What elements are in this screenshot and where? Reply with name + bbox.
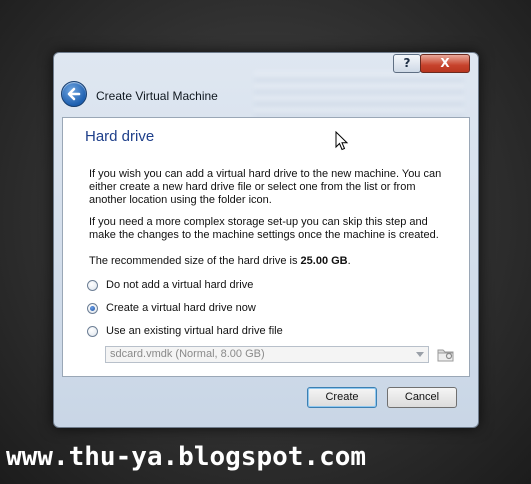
- create-button[interactable]: Create: [307, 387, 377, 408]
- option-no-disk-label: Do not add a virtual hard drive: [106, 279, 254, 291]
- option-existing-disk[interactable]: Use an existing virtual hard drive file: [87, 323, 283, 339]
- cancel-button[interactable]: Cancel: [387, 387, 457, 408]
- option-create-disk-radio[interactable]: [87, 302, 98, 314]
- option-no-disk[interactable]: Do not add a virtual hard drive: [87, 277, 253, 293]
- help-button[interactable]: ?: [393, 54, 421, 73]
- watermark: www.thu-ya.blogspot.com: [6, 442, 367, 472]
- chevron-down-icon: [416, 352, 424, 357]
- create-vm-dialog: ? X Create Virtual Machine Hard drive If…: [53, 52, 479, 428]
- existing-disk-select[interactable]: sdcard.vmdk (Normal, 8.00 GB): [105, 346, 429, 363]
- back-arrow-icon: [67, 87, 81, 101]
- recommended-size-suffix: .: [347, 255, 351, 267]
- option-no-disk-radio[interactable]: [87, 279, 98, 291]
- option-existing-disk-radio[interactable]: [87, 325, 98, 337]
- intro-text: If you wish you can add a virtual hard d…: [89, 168, 442, 206]
- close-button[interactable]: X: [420, 54, 470, 73]
- option-create-disk-label: Create a virtual hard drive now: [106, 302, 256, 314]
- folder-icon[interactable]: [437, 345, 455, 363]
- option-create-disk[interactable]: Create a virtual hard drive now: [87, 300, 256, 316]
- storage-text: If you need a more complex storage set-u…: [89, 216, 439, 241]
- existing-disk-value: sdcard.vmdk (Normal, 8.00 GB): [110, 348, 265, 360]
- wizard-page: Hard drive If you wish you can add a vir…: [62, 117, 470, 377]
- page-title: Hard drive: [85, 128, 155, 145]
- recommended-size-prefix: The recommended size of the hard drive i…: [89, 255, 301, 267]
- option-existing-disk-label: Use an existing virtual hard drive file: [106, 325, 283, 337]
- window-title: Create Virtual Machine: [96, 89, 218, 103]
- back-button[interactable]: [61, 81, 87, 107]
- recommended-size-text: The recommended size of the hard drive i…: [89, 255, 453, 268]
- recommended-size-value: 25.00 GB: [300, 255, 348, 267]
- mouse-cursor-icon: [335, 131, 349, 151]
